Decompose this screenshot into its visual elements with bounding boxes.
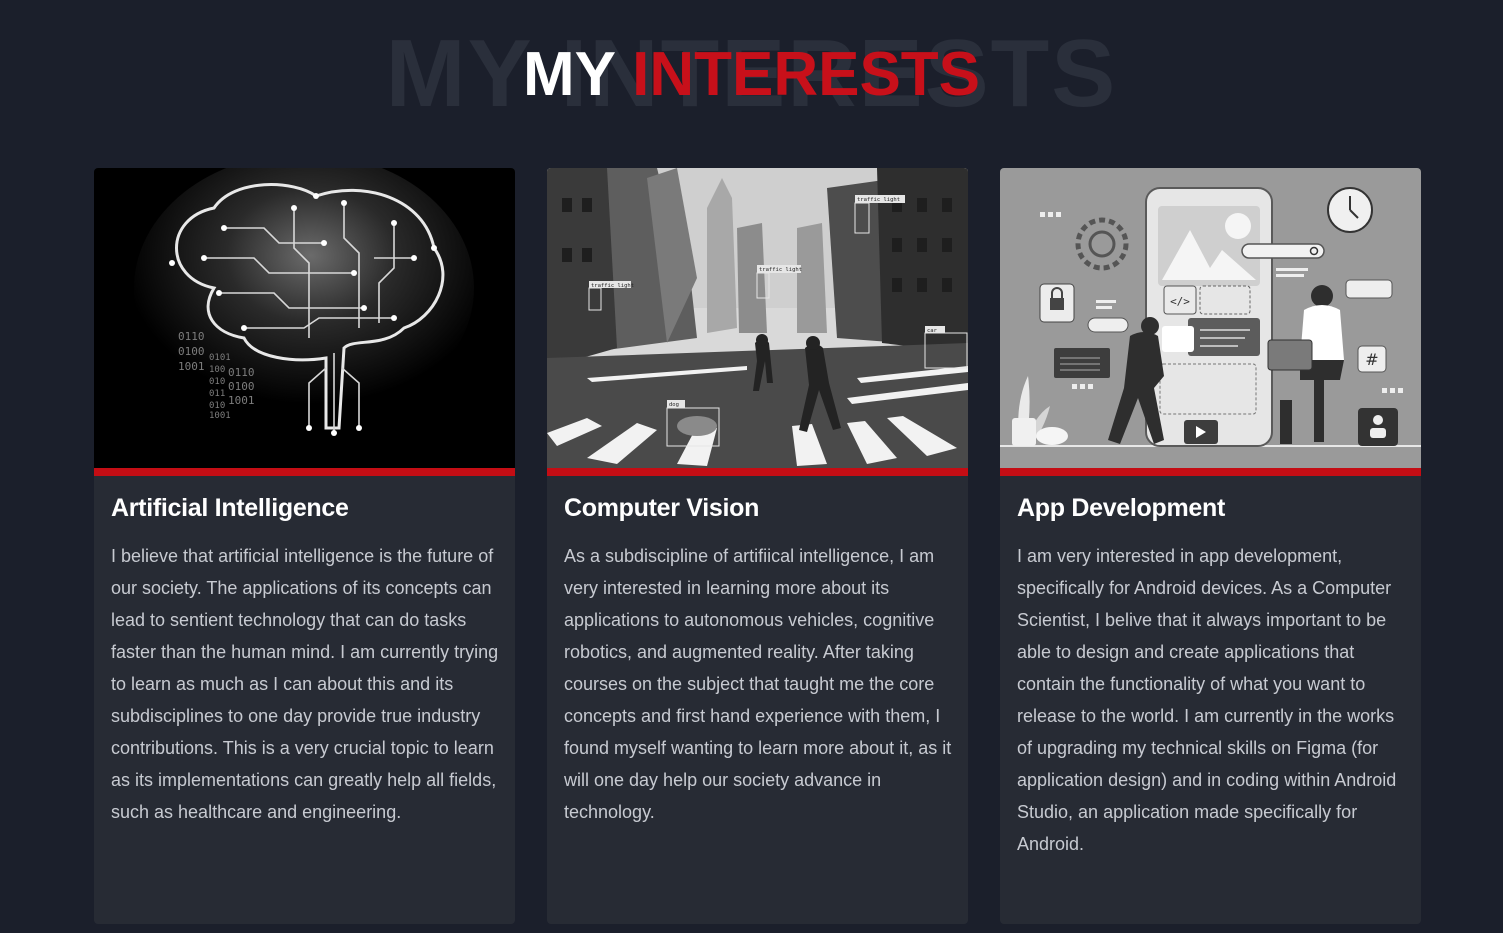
section-heading: MY INTERESTS MY INTERESTS: [0, 22, 1503, 132]
card-description: I believe that artificial intelligence i…: [111, 546, 499, 822]
binary-text: 011: [209, 389, 225, 399]
accent-divider: [1000, 468, 1421, 476]
interest-card-computer-vision: traffic light traffic light traffic ligh…: [547, 168, 968, 924]
street-object-detection-icon: traffic light traffic light traffic ligh…: [547, 168, 968, 468]
card-description: As a subdiscipline of artifiical intelli…: [564, 546, 952, 822]
card-description: I am very interested in app development,…: [1017, 546, 1397, 854]
heading-word-interests: INTERESTS: [632, 40, 981, 109]
detection-label: traffic light: [857, 197, 900, 203]
interest-card-ai: 0110 0100 1001 0101 100 0110 010 0100 01…: [94, 168, 515, 924]
binary-text: 1001: [228, 394, 255, 407]
accent-divider: [94, 468, 515, 476]
binary-text: 010: [209, 377, 225, 387]
heading-word-my: MY: [522, 40, 615, 109]
binary-text: 010: [209, 401, 225, 411]
hashtag-text: #: [1365, 350, 1378, 369]
detection-label: dog: [669, 402, 679, 408]
heading-title: MY INTERESTS: [0, 40, 1503, 110]
app-development-illustration-icon: </> #: [1000, 168, 1421, 468]
detection-label: car: [927, 328, 938, 334]
binary-text: 100: [209, 365, 225, 375]
binary-text: 1001: [209, 411, 231, 421]
binary-text: 0110: [228, 366, 255, 379]
card-title: Artificial Intelligence: [111, 494, 349, 522]
binary-text: 0100: [228, 380, 255, 393]
binary-text: 0110: [178, 330, 205, 343]
accent-divider: [547, 468, 968, 476]
code-tag-text: </>: [1170, 295, 1190, 308]
circuit-brain-icon: 0110 0100 1001 0101 100 0110 010 0100 01…: [94, 168, 515, 468]
binary-text: 1001: [178, 360, 205, 373]
detection-label: traffic light: [591, 283, 634, 289]
card-title: Computer Vision: [564, 494, 760, 522]
detection-label: traffic light: [759, 267, 802, 273]
card-title: App Development: [1017, 494, 1226, 522]
interest-card-app-development: </> # App Development I am very interest…: [1000, 168, 1421, 924]
binary-text: 0100: [178, 345, 205, 358]
binary-text: 0101: [209, 353, 231, 363]
